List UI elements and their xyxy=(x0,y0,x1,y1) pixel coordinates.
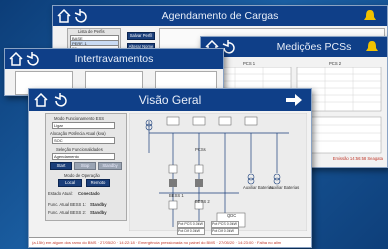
titlebar: Visão Geral xyxy=(29,89,311,111)
alocacao-select[interactable]: SOC xyxy=(52,137,115,144)
local-button[interactable]: Local xyxy=(58,179,82,187)
save-profile-button[interactable]: Salvar Perfil xyxy=(127,32,155,40)
selecao-label: Seleção Funcionalidades xyxy=(56,147,103,152)
titlebar: Medições PCSs xyxy=(201,37,387,57)
bess2-label: BESS 2 xyxy=(195,199,210,204)
pot-pcs1: Pot PCS 0.0kW xyxy=(177,221,205,228)
func1-label: Func. Atual BESS 1: xyxy=(48,202,86,207)
alarm-bell-icon[interactable] xyxy=(365,40,379,53)
stop-button[interactable]: Stop xyxy=(74,162,96,170)
bess1-label: BESS 1 xyxy=(169,193,184,198)
titlebar: Agendamento de Cargas xyxy=(53,6,387,26)
func2-value: Standby xyxy=(90,210,107,215)
alocacao-label: Alocação Potência Atual (kva) xyxy=(50,131,106,136)
single-line-diagram xyxy=(129,113,307,231)
pot-dif2: Pot Dif 0.0kW xyxy=(211,228,239,235)
forward-arrow-icon[interactable] xyxy=(285,93,303,107)
window-title: Agendamento de Cargas xyxy=(161,10,279,22)
pcs-label: PCSs xyxy=(195,147,206,152)
emission-note: Emissão 14:56:58 Seagata xyxy=(332,156,383,161)
pcs1-header: PCS 1 xyxy=(243,61,256,66)
window-visao-geral: Visão Geral Modo Funcionamento ESS Ligar… xyxy=(28,88,312,248)
start-button[interactable]: Start xyxy=(50,162,72,170)
titlebar: Intertravamentos xyxy=(5,49,223,69)
modo-label: Modo Funcionamento ESS xyxy=(54,116,105,121)
remoto-button[interactable]: Remoto xyxy=(86,179,110,187)
control-panel: Modo Funcionamento ESS Ligar Alocação Po… xyxy=(45,113,127,221)
qdc-label: QDC xyxy=(227,213,237,218)
func1-value: Standby xyxy=(90,202,107,207)
estado-label: Estado Atual: xyxy=(48,191,73,196)
estado-value: Conectado xyxy=(78,191,100,196)
pot-pcs2: Pot PCS 0.0kW xyxy=(211,221,239,228)
alarm-bell-icon[interactable] xyxy=(363,9,377,22)
modo-select[interactable]: Ligar xyxy=(52,122,115,129)
standby-button[interactable]: Standby xyxy=(98,162,122,170)
alarm-ticker[interactable]: (a.15h) em algum dos ramo do BMS · 27/05… xyxy=(29,237,311,247)
pot-dif1: Pot Dif 0.0kW xyxy=(177,228,205,235)
window-title: Visão Geral xyxy=(138,93,202,107)
window-title: Intertravamentos xyxy=(74,53,154,65)
pcs2-header: PCS 2 xyxy=(329,61,342,66)
selecao-select[interactable]: Agendamento xyxy=(52,153,115,160)
modo-operacao-label: Modo de Operação xyxy=(64,173,100,178)
aux2-label: Auxiliar Baterias xyxy=(269,185,300,190)
func2-label: Func. Atual BESS 2: xyxy=(48,210,86,215)
profile-list-header: Lista de Perfis xyxy=(78,29,105,34)
